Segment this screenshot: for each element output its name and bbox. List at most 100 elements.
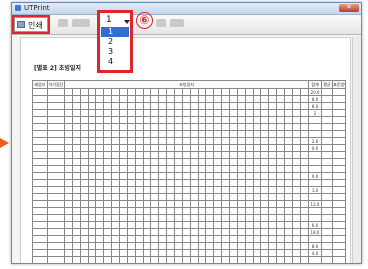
toolbar-icon-2[interactable] [72, 19, 90, 27]
table-cell [268, 102, 278, 110]
table-cell [103, 235, 113, 243]
table-cell [79, 242, 89, 250]
table-cell [103, 130, 113, 138]
table-cell [236, 193, 246, 201]
table-cell [79, 123, 89, 131]
table-cell [181, 116, 191, 124]
page-option-4[interactable]: 4 [101, 57, 129, 67]
table-cell [158, 235, 168, 243]
table-cell [95, 193, 105, 201]
table-cell [158, 179, 168, 187]
table-cell [244, 179, 254, 187]
table-cell [321, 151, 333, 159]
table-cell [111, 214, 121, 222]
table-cell [47, 221, 65, 229]
table-cell [166, 256, 176, 263]
table-cell [205, 165, 215, 173]
table-cell [126, 214, 136, 222]
table-cell [119, 102, 128, 110]
table-cell [142, 102, 152, 110]
table-cell [332, 242, 346, 250]
table-cell [252, 102, 262, 110]
table-cell [134, 242, 144, 250]
table-cell [213, 235, 223, 243]
table-cell [299, 95, 310, 103]
table-cell [119, 116, 128, 124]
table-cell [79, 207, 89, 215]
table-cell [150, 221, 160, 229]
table-cell [127, 264, 135, 265]
toolbar-icon-4[interactable] [170, 19, 184, 27]
table-cell [252, 137, 262, 145]
table-cell [134, 151, 144, 159]
table-cell [181, 172, 191, 180]
table-cell [120, 264, 128, 265]
chevron-down-icon[interactable] [124, 20, 130, 24]
table-cell [332, 193, 346, 201]
table-cell [134, 221, 144, 229]
table-cell [126, 256, 136, 263]
table-cell [284, 228, 293, 236]
toolbar-icon-3[interactable] [156, 19, 166, 27]
table-cell [299, 88, 310, 96]
table-cell [119, 235, 128, 243]
table-cell [197, 193, 207, 201]
table-cell [205, 109, 215, 117]
table-cell [253, 264, 261, 265]
table-cell [95, 116, 105, 124]
table-cell [284, 186, 293, 194]
page-option-2[interactable]: 2 [101, 37, 129, 47]
table-cell [142, 207, 152, 215]
table-cell [260, 137, 270, 145]
table-cell [229, 249, 238, 257]
table-cell [284, 207, 293, 215]
table-cell [158, 151, 168, 159]
table-cell [47, 137, 65, 145]
table-cell [71, 144, 81, 152]
table-cell [47, 235, 65, 243]
table-cell [299, 130, 310, 138]
page-select-dropdown[interactable]: 1 1 2 3 4 [97, 10, 133, 73]
table-cell [213, 102, 223, 110]
page-option-3[interactable]: 3 [101, 47, 129, 57]
table-cell [291, 228, 301, 236]
table-cell [189, 179, 199, 187]
close-button[interactable]: ✕ [339, 3, 359, 12]
vertical-scrollbar[interactable] [352, 37, 361, 263]
table-cell [87, 249, 97, 257]
table-cell [221, 130, 231, 138]
table-cell [32, 137, 48, 145]
table-cell [189, 242, 199, 250]
table-cell [332, 235, 346, 243]
table-row [32, 116, 346, 124]
table-cell [79, 256, 89, 263]
page-option-1[interactable]: 1 [101, 27, 129, 37]
table-cell [142, 228, 152, 236]
table-cell [142, 172, 152, 180]
table-cell [166, 221, 176, 229]
toolbar-icon-1[interactable] [58, 19, 68, 27]
window-title: UTPrint [24, 4, 50, 12]
table-cell [95, 151, 105, 159]
header-col-3: 초빙일지 [64, 80, 309, 89]
table-cell [104, 264, 112, 265]
table-cell [150, 242, 160, 250]
table-cell [236, 214, 246, 222]
table-cell [299, 144, 310, 152]
table-cell [268, 242, 278, 250]
table-cell [213, 242, 223, 250]
table-cell [299, 228, 310, 236]
table-cell [197, 249, 207, 257]
table-cell [291, 151, 301, 159]
table-cell [150, 235, 160, 243]
table-cell [71, 123, 81, 131]
print-button[interactable]: 인쇄 [14, 17, 48, 32]
table-cell [189, 88, 199, 96]
table-cell [87, 130, 97, 138]
table-cell [47, 88, 65, 96]
table-cell [158, 109, 168, 117]
table-cell [236, 102, 246, 110]
table-cell [64, 130, 73, 138]
table-cell [205, 242, 215, 250]
table-cell [95, 200, 105, 208]
